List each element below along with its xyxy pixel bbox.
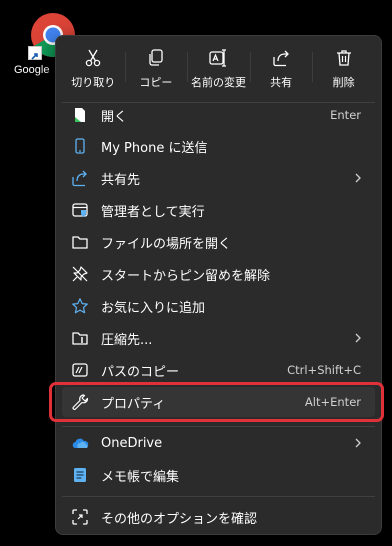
copy-icon <box>149 49 163 66</box>
divider <box>62 496 375 497</box>
context-toolbar: 切り取り コピー 名前の変更 共有 削除 <box>62 42 375 98</box>
share-icon <box>273 50 289 67</box>
delete-button[interactable]: 削除 <box>312 42 375 98</box>
copy-path-icon <box>71 361 89 379</box>
highlight-annotation-box <box>49 382 384 422</box>
menu-item-show-more-options[interactable]: その他のオプションを確認 <box>62 502 375 532</box>
menu-item-label: My Phone に送信 <box>101 140 208 156</box>
menu-item-add-to-favorites[interactable]: お気に入りに追加 <box>62 291 375 321</box>
zip-folder-icon <box>71 329 89 347</box>
copy-button[interactable]: コピー <box>124 42 188 98</box>
menu-item-label: パスのコピー <box>101 364 180 380</box>
menu-item-copy-as-path[interactable]: パスのコピー Ctrl+Shift+C <box>62 355 375 385</box>
divider <box>62 426 375 427</box>
share-label: 共有 <box>270 76 293 89</box>
menu-item-unpin-from-start[interactable]: スタートからピン留めを解除 <box>62 259 375 289</box>
menu-item-label: 管理者として実行 <box>101 204 205 220</box>
copy-label: コピー <box>139 76 173 89</box>
unpin-icon <box>71 265 89 283</box>
shortcut-arrow-icon <box>28 46 42 60</box>
chevron-right-icon <box>355 173 361 183</box>
onedrive-icon <box>71 434 89 452</box>
delete-label: 削除 <box>332 76 355 89</box>
shield-icon <box>71 201 89 219</box>
menu-item-label: 開く <box>101 109 128 125</box>
menu-item-edit-in-notepad[interactable]: メモ帳で編集 <box>62 460 375 490</box>
folder-icon <box>71 233 89 251</box>
star-icon <box>71 297 89 315</box>
cut-button[interactable]: 切り取り <box>62 42 125 98</box>
rename-icon <box>209 49 227 67</box>
share-button[interactable]: 共有 <box>249 42 313 98</box>
notepad-icon <box>71 466 89 484</box>
cut-label: 切り取り <box>71 76 116 89</box>
menu-item-label: スタートからピン留めを解除 <box>101 268 271 284</box>
file-open-icon <box>71 106 89 124</box>
menu-item-run-as-admin[interactable]: 管理者として実行 <box>62 195 375 225</box>
menu-item-label: 共有先 <box>101 172 141 188</box>
rename-button[interactable]: 名前の変更 <box>187 42 250 98</box>
phone-icon <box>71 137 89 155</box>
desktop-icon-label: Google <box>14 64 50 76</box>
shortcut-text: Enter <box>330 108 361 122</box>
chevron-right-icon <box>355 333 361 343</box>
menu-item-onedrive[interactable]: OneDrive <box>62 428 375 458</box>
context-menu: 切り取り コピー 名前の変更 共有 削除 開く Enter My Phone に… <box>55 35 382 535</box>
menu-item-label: その他のオプションを確認 <box>101 511 258 527</box>
menu-item-open[interactable]: 開く Enter <box>62 100 375 130</box>
menu-item-send-to-phone[interactable]: My Phone に送信 <box>62 131 375 161</box>
rename-label: 名前の変更 <box>190 76 246 89</box>
menu-item-open-file-location[interactable]: ファイルの場所を開く <box>62 227 375 257</box>
scissors-icon <box>86 49 101 67</box>
more-options-icon <box>71 508 89 526</box>
menu-item-label: 圧縮先... <box>101 332 153 348</box>
menu-item-label: お気に入りに追加 <box>101 300 206 316</box>
menu-item-label: ファイルの場所を開く <box>101 236 232 252</box>
trash-icon <box>336 50 351 66</box>
share-to-icon <box>71 169 89 187</box>
menu-item-compress-to[interactable]: 圧縮先... <box>62 323 375 353</box>
shortcut-text: Ctrl+Shift+C <box>287 363 361 377</box>
chevron-right-icon <box>355 438 361 448</box>
menu-item-label: OneDrive <box>101 435 163 451</box>
menu-item-label: メモ帳で編集 <box>101 469 180 485</box>
menu-item-share-to[interactable]: 共有先 <box>62 163 375 193</box>
